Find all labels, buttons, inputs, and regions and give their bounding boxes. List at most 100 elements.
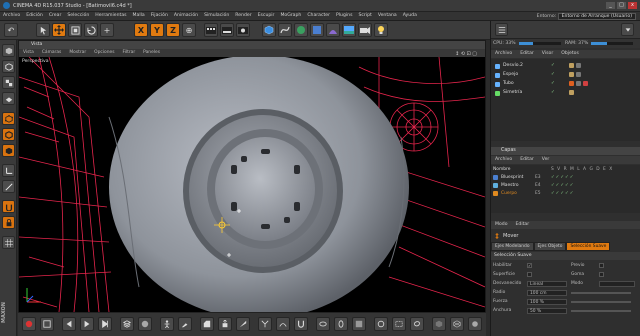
menu-simulacion[interactable]: Simulación	[201, 12, 232, 19]
ring-select-icon[interactable]	[334, 317, 348, 331]
attributes-menu-editar[interactable]: Editar	[512, 221, 534, 228]
attributes-menu-modo[interactable]: Modo	[491, 221, 512, 228]
superficie-checkbox[interactable]	[527, 272, 532, 277]
tag-icon[interactable]	[569, 72, 574, 77]
grid-icon[interactable]	[2, 236, 15, 249]
viewport-canvas[interactable]: Perspectiva	[19, 57, 485, 312]
environment-icon[interactable]	[342, 23, 356, 37]
deformer-icon[interactable]	[326, 23, 340, 37]
live-select-icon[interactable]	[374, 317, 388, 331]
objects-menu-objetos[interactable]: Objetos	[557, 50, 583, 57]
layer-color-swatch[interactable]	[493, 183, 498, 188]
snap-icon[interactable]	[2, 200, 15, 213]
render-settings-icon[interactable]	[236, 23, 250, 37]
object-flags[interactable]: ✓	[551, 72, 555, 77]
menu-animacion[interactable]: Animación	[171, 12, 201, 19]
axis-y-button[interactable]: Y	[150, 23, 164, 37]
bevel-icon[interactable]	[200, 317, 214, 331]
isoparm-icon[interactable]	[468, 317, 482, 331]
menu-herramientas[interactable]: Herramientas	[92, 12, 129, 19]
bridge-icon[interactable]	[276, 317, 290, 331]
make-editable-icon[interactable]	[2, 44, 15, 57]
anchura-field[interactable]: 50 %	[527, 308, 567, 314]
vp-menu-opciones[interactable]: Opciones	[90, 49, 118, 56]
fuerza-field[interactable]: 100 %	[527, 299, 567, 305]
vp-menu-filtrar[interactable]: Filtrar	[118, 49, 139, 56]
fuerza-slider[interactable]	[571, 301, 631, 303]
radio-slider[interactable]	[571, 292, 631, 294]
weld-icon[interactable]	[258, 317, 272, 331]
magnet-icon[interactable]	[294, 317, 308, 331]
autokey-icon[interactable]	[40, 317, 54, 331]
nurbs-subdivision-icon[interactable]	[294, 23, 308, 37]
material-icon[interactable]	[138, 317, 152, 331]
axis-mode-icon[interactable]	[2, 164, 15, 177]
menu-render[interactable]: Render	[232, 12, 254, 19]
modo-dropdown[interactable]	[599, 281, 635, 287]
anchura-slider[interactable]	[571, 310, 631, 312]
lasso-select-icon[interactable]	[410, 317, 424, 331]
render-picture-viewer-icon[interactable]	[220, 23, 234, 37]
pose-icon[interactable]	[160, 317, 174, 331]
tag-icon[interactable]	[583, 81, 588, 86]
polygons-mode-icon[interactable]	[2, 144, 15, 157]
objects-menu-visor[interactable]: Visor	[538, 50, 557, 57]
previo-checkbox[interactable]	[599, 263, 604, 268]
vp-menu-paneles[interactable]: Paneles	[139, 49, 164, 56]
model-mode-icon[interactable]	[2, 60, 15, 73]
menu-script[interactable]: Script	[355, 12, 374, 19]
subtab-ejes-modelando[interactable]: Ejes Modelando	[491, 242, 534, 251]
layer-toggles[interactable]: ✓✓✓✓✓	[551, 191, 574, 196]
rotate-tool-icon[interactable]	[84, 23, 98, 37]
object-flags[interactable]: ✓	[551, 90, 555, 95]
panel-menu-icon[interactable]	[621, 23, 634, 36]
spline-pen-icon[interactable]	[278, 23, 292, 37]
scale-tool-icon[interactable]	[68, 23, 82, 37]
render-view-icon[interactable]	[204, 23, 218, 37]
add-tool-icon[interactable]: +	[100, 23, 114, 37]
goma-checkbox[interactable]	[599, 272, 604, 277]
fill-select-icon[interactable]	[352, 317, 366, 331]
objects-menu-archivo[interactable]: Archivo	[491, 50, 516, 57]
habilitar-checkbox[interactable]: ✓	[527, 263, 532, 268]
vp-menu-camaras[interactable]: Cámaras	[38, 49, 66, 56]
menu-fijacion[interactable]: Fijación	[148, 12, 171, 19]
move-tool-icon[interactable]	[52, 23, 66, 37]
tag-icon[interactable]	[576, 81, 581, 86]
object-row[interactable]: Desvío.2 ✓	[491, 62, 640, 70]
menu-character[interactable]: Character	[304, 12, 333, 19]
knife-icon[interactable]	[236, 317, 250, 331]
close-button[interactable]: x	[628, 2, 637, 9]
points-mode-icon[interactable]	[2, 112, 15, 125]
workplane-icon[interactable]	[2, 92, 15, 105]
object-row[interactable]: Espejo ✓	[491, 71, 640, 79]
cube-primitive-icon[interactable]	[262, 23, 276, 37]
key-record-icon[interactable]	[22, 317, 36, 331]
loop-select-icon[interactable]	[316, 317, 330, 331]
menu-seleccion[interactable]: Selección	[64, 12, 92, 19]
display-mode-icon[interactable]	[432, 317, 446, 331]
edges-mode-icon[interactable]	[2, 128, 15, 141]
tag-icon[interactable]	[576, 72, 581, 77]
object-row[interactable]: Tubo ✓	[491, 80, 640, 88]
object-flags[interactable]: ✓	[551, 81, 555, 86]
layers-menu-editar[interactable]: Editar	[516, 156, 538, 163]
tag-icon[interactable]	[569, 81, 574, 86]
tag-icon[interactable]	[569, 90, 574, 95]
layers-menu-ver[interactable]: Ver	[538, 156, 554, 163]
objects-menu-editar[interactable]: Editar	[516, 50, 538, 57]
layers-menu-archivo[interactable]: Archivo	[491, 156, 516, 163]
menu-crear[interactable]: Crear	[46, 12, 65, 19]
camera-icon[interactable]	[358, 23, 372, 37]
layer-toggles[interactable]: ✓✓✓✓✓	[551, 175, 574, 180]
array-icon[interactable]	[310, 23, 324, 37]
next-frame-icon[interactable]	[98, 317, 112, 331]
light-icon[interactable]	[374, 23, 388, 37]
layer-color-swatch[interactable]	[493, 175, 498, 180]
undo-icon[interactable]: ↶	[4, 23, 18, 37]
menu-plugins[interactable]: Plugins	[333, 12, 355, 19]
brush-icon[interactable]	[178, 317, 192, 331]
menu-edicion[interactable]: Edición	[23, 12, 46, 19]
vp-menu-vista[interactable]: Vista	[19, 49, 38, 56]
rectangle-select-icon[interactable]	[392, 317, 406, 331]
